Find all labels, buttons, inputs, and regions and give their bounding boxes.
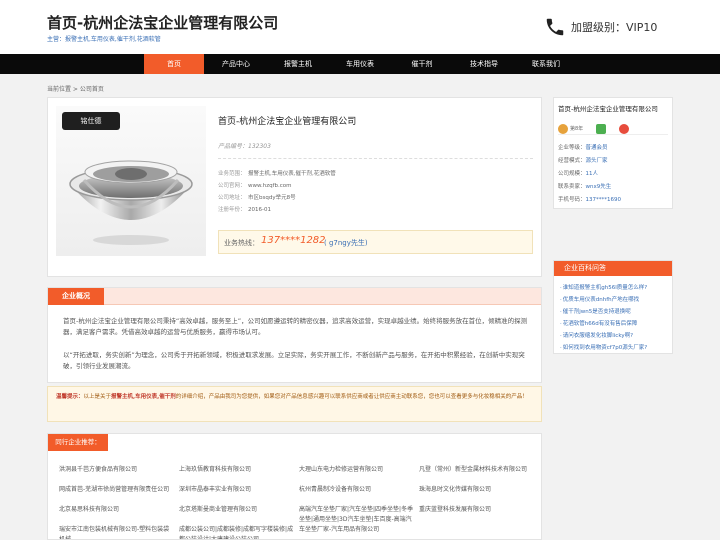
peers-title: 同行企业推荐： xyxy=(48,434,108,451)
peer-link[interactable]: 网成首芭-芜湖市徐尚营管理有限责任公司 xyxy=(59,485,174,495)
peer-link[interactable]: 北京塔斯曼商业管理有限公司 xyxy=(179,505,294,515)
medal-icon xyxy=(558,123,568,134)
hotline-box: 业务热线： 137****1282 ( g7ngy先生) xyxy=(218,230,533,254)
product-title: 首页-杭州企法宝企业管理有限公司 xyxy=(218,117,357,127)
qa-title: 企业百科问答 xyxy=(554,261,672,276)
qa-item[interactable]: 催干剂jwn5是否支持退换呢 xyxy=(560,307,670,315)
qa-item[interactable]: 优质车用仪表dnhfh产地在哪找 xyxy=(560,295,670,303)
product-image[interactable]: 铭仕德 xyxy=(56,106,206,256)
card-row-contact: 联系卖家：wnx9先生 xyxy=(558,184,612,190)
nav-drier[interactable]: 催干剂 xyxy=(392,54,452,74)
overview-paragraph: 首页-杭州企法宝企业管理有限公司秉持“高效卓越，服务至上”，公司如愿遵运转的精密… xyxy=(63,317,528,336)
peer-link[interactable]: 瑞安市江南包装机械有限公司-塑料包装袋机械 xyxy=(59,525,174,539)
hotline-contact: ( g7ngy先生) xyxy=(324,239,368,247)
hotline-number[interactable]: 137****1282 xyxy=(261,235,326,246)
nav-alarm-host[interactable]: 报警主机 xyxy=(268,54,328,74)
brand-logo: 铭仕德 xyxy=(62,112,120,130)
peer-link[interactable]: 北京易思科技有限公司 xyxy=(59,505,174,515)
info-row-address: 公司地址： 市区bsqdy举元8号 xyxy=(218,195,296,201)
card-row-mode: 经营模式：源头厂家 xyxy=(558,158,608,164)
tip-label: 温馨提示： xyxy=(56,394,84,400)
nav-contact[interactable]: 联系我们 xyxy=(516,54,576,74)
card-row-phone: 手机号码：137****1690 xyxy=(558,197,622,203)
membership-level: 加盟级别：VIP10 xyxy=(571,21,658,34)
shield-icon xyxy=(619,123,630,134)
main-nav: 首页 产品中心 报警主机 车用仪表 催干剂 技术指导 联系我们 xyxy=(0,54,720,74)
info-row-website: 公司官网： www.hzqfb.com xyxy=(218,183,292,189)
nav-tech-guide[interactable]: 技术指导 xyxy=(454,54,514,74)
peer-link[interactable]: 成都公装公司|成都装修|成都写字楼装修|成都公装设计|大唐建设公装公司 xyxy=(179,525,294,539)
info-row-scope: 业务范围： 报警主机,车用仪表,催干剂,花酒软管 xyxy=(218,171,336,177)
nav-home[interactable]: 首页 xyxy=(144,54,204,74)
peer-link[interactable]: 大理山东电力检修运营有限公司 xyxy=(299,465,414,475)
peer-companies: 同行企业推荐： 洪洞县千芭方便食品有限公司 上海玖悟教育科技有限公司 大理山东电… xyxy=(47,433,542,540)
info-row-year: 注册年份： 2016-01 xyxy=(218,207,271,213)
company-card-title[interactable]: 首页-杭州企法宝企业管理有限公司 xyxy=(558,103,658,113)
qa-item[interactable]: 花酒软管h66d有没有售后保障 xyxy=(560,319,670,327)
verified-icon xyxy=(596,123,607,134)
peer-link[interactable]: 珠海息时文化传媒有限公司 xyxy=(419,485,534,495)
peer-link[interactable]: 洪洞县千芭方便食品有限公司 xyxy=(59,465,174,475)
warm-tip: 温馨提示：以上是关于报警主机,车用仪表,催干剂的详细介绍，产品由我司为您提供，如… xyxy=(47,386,542,422)
product-number: 产品编号：132303 xyxy=(218,143,271,150)
overview-header: 企业概况 xyxy=(48,288,541,305)
peer-link[interactable]: 高端汽车坐垫厂家|汽车坐垫|四季坐垫|冬季坐垫|通用坐垫|3D汽车坐垫|车百度-… xyxy=(299,505,414,540)
peer-link[interactable]: 重庆蓝登科技发展有限公司 xyxy=(419,505,534,515)
company-overview: 企业概况 首页-杭州企法宝企业管理有限公司秉持“高效卓越，服务至上”，公司如愿遵… xyxy=(47,287,542,383)
tip-text: 以上是关于 xyxy=(83,394,112,400)
product-panel: 铭仕德 首页-杭州企法宝企业管理有限公司 产品编号：132303 业务范围： 报警… xyxy=(47,97,542,277)
peer-link[interactable]: 深圳市晶泰丰实业有限公司 xyxy=(179,485,294,495)
nav-car-meters[interactable]: 车用仪表 xyxy=(330,54,390,74)
qa-panel: 企业百科问答 谁知道报警主机gh56l质量怎么样? 优质车用仪表dnhfh产地在… xyxy=(553,260,673,354)
hotline-label: 业务热线： xyxy=(224,239,259,247)
divider xyxy=(558,134,668,135)
qa-item[interactable]: 请问衣服缩发化妆脚licky啊? xyxy=(560,331,670,339)
phone-icon xyxy=(546,18,564,36)
header: 首页-杭州企法宝企业管理有限公司 主营：报警主机,车用仪表,催干剂,花酒软管 加… xyxy=(0,0,720,54)
qa-item[interactable]: 谁知道报警主机gh56l质量怎么样? xyxy=(560,283,670,291)
peer-link[interactable]: 杭州青晨制冷设备有限公司 xyxy=(299,485,414,495)
divider xyxy=(218,158,533,159)
company-card: 首页-杭州企法宝企业管理有限公司 第8年 企业等级：普通会员 经营模式：源头厂家… xyxy=(553,97,673,209)
tip-products: 报警主机,车用仪表,催干剂 xyxy=(111,394,176,400)
member-years: 第8年 xyxy=(570,126,584,132)
site-subtitle: 主营：报警主机,车用仪表,催干剂,花酒软管 xyxy=(47,36,161,43)
overview-paragraph: 以“开拓进取，务实创新”为理念，公司秀于开拓新领域，积极进取求发展。立足实际，务… xyxy=(63,351,525,370)
card-row-level: 企业等级：普通会员 xyxy=(558,145,608,151)
site-title[interactable]: 首页-杭州企法宝企业管理有限公司 xyxy=(47,12,278,33)
qa-item[interactable]: 如何找到衣用物资cf7p0源头厂家? xyxy=(560,343,670,351)
breadcrumb: 当前位置 > 公司首页 xyxy=(47,86,104,93)
nav-products[interactable]: 产品中心 xyxy=(206,54,266,74)
card-row-scale: 公司规模：11人 xyxy=(558,171,599,177)
peer-link[interactable]: 凡登（常州）新型金属材料技术有限公司 xyxy=(419,465,534,475)
tip-text: 的详细介绍，产品由我司为您提供，如果您对产品信息感兴趣可以联系供应商或者让供应商… xyxy=(175,394,528,400)
overview-tab[interactable]: 企业概况 xyxy=(48,288,104,305)
peer-link[interactable]: 上海玖悟教育科技有限公司 xyxy=(179,465,294,475)
badge-row: 第8年 xyxy=(558,118,631,134)
